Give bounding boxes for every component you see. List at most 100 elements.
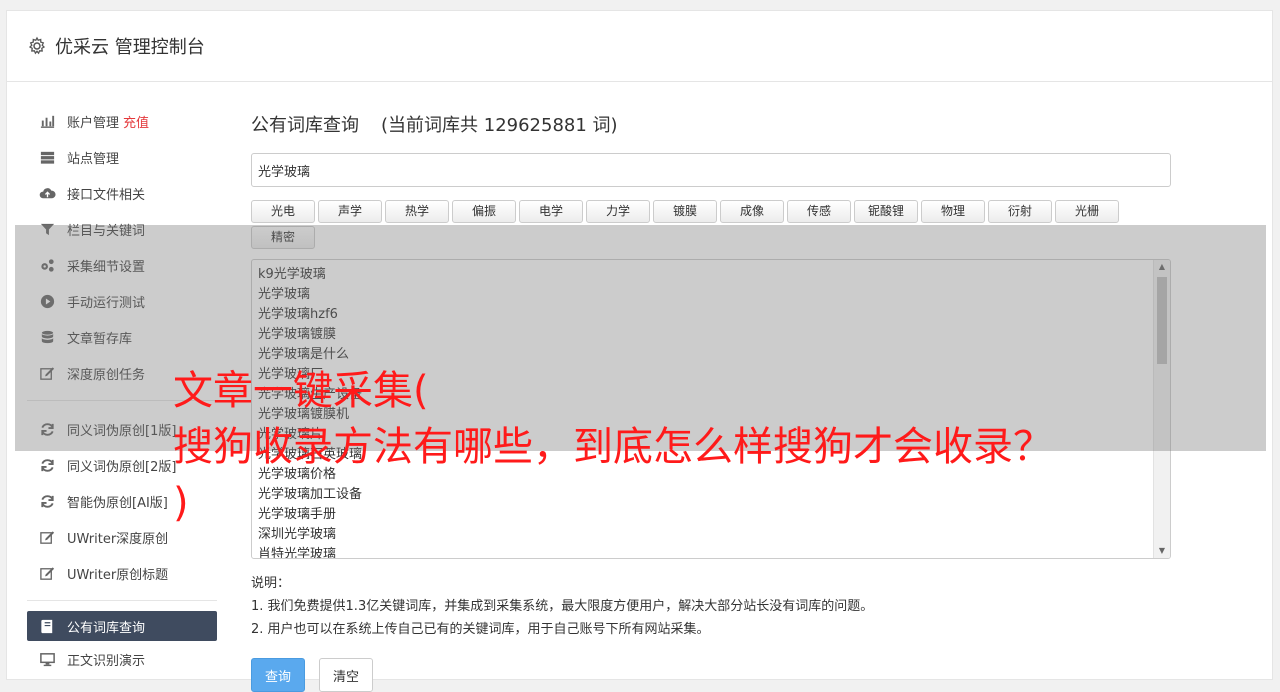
app-title: 优采云 管理控制台: [55, 37, 205, 58]
edit-icon: [40, 366, 55, 380]
results-listbox[interactable]: k9光学玻璃 光学玻璃 光学玻璃hzf6 光学玻璃镀膜 光学玻璃是什么 光学玻璃厂 光学玻璃…: [251, 259, 1171, 559]
sidebar-item-database[interactable]: 文章暂存库: [27, 319, 217, 355]
sidebar-item-server[interactable]: 站点管理: [27, 139, 217, 175]
sidebar-item-label: 手动运行测试: [67, 295, 146, 311]
tag-button[interactable]: 光电: [251, 200, 315, 223]
sidebar-item-label: 智能伪原创[AI版]: [67, 495, 168, 511]
result-item[interactable]: 光学玻璃石英玻璃: [258, 445, 1164, 465]
tag-button[interactable]: 热学: [385, 200, 449, 223]
sidebar-item-label: 站点管理: [67, 151, 120, 167]
result-item[interactable]: 光学玻璃镀膜机: [258, 405, 1164, 425]
result-item[interactable]: 光学玻璃手册: [258, 505, 1164, 525]
tag-button[interactable]: 声学: [318, 200, 382, 223]
result-item[interactable]: 光学玻璃生产设备: [258, 385, 1164, 405]
tag-button[interactable]: 衍射: [988, 200, 1052, 223]
result-item[interactable]: 光学玻璃厂: [258, 365, 1164, 385]
action-buttons: 查询 清空: [251, 658, 1171, 692]
console-window: 优采云 管理控制台 账户管理 充值站点管理接口文件相关 栏目与关键词 采集细节设置 手动…: [6, 10, 1273, 692]
sidebar-item-label: UWriter原创标题: [67, 567, 169, 583]
play-circle-icon: [40, 294, 55, 308]
note-line: 2. 用户也可以在系统上传自己已有的关键词库，用于自己账号下所有网站采集。: [251, 622, 710, 637]
cogs-icon: [41, 258, 54, 272]
sidebar-item-cloud-upload[interactable]: 接口文件相关: [27, 175, 217, 211]
result-item[interactable]: 肖特光学玻璃: [258, 545, 1164, 558]
keyword-search-input[interactable]: [251, 153, 1171, 187]
sidebar-item-play-circle[interactable]: 手动运行测试: [27, 283, 217, 319]
result-item[interactable]: 光学玻璃片: [258, 425, 1164, 445]
result-item[interactable]: 光学玻璃镀膜: [258, 325, 1164, 345]
notes-title: 说明：: [251, 576, 291, 591]
page-title-text: 公有词库查询: [251, 115, 359, 136]
scroll-thumb[interactable]: [1157, 277, 1167, 364]
tag-button[interactable]: 光栅: [1055, 200, 1119, 223]
sidebar-item-label: 采集细节设置: [67, 259, 146, 275]
recharge-link[interactable]: 充值: [123, 112, 149, 131]
sidebar: 账户管理 充值站点管理接口文件相关 栏目与关键词 采集细节设置 手动运行测试 文章暂存库深…: [27, 103, 217, 677]
scroll-up-arrow-icon[interactable]: ▲: [1154, 260, 1170, 274]
sidebar-item-label: 账户管理: [67, 115, 120, 131]
tag-button[interactable]: 电学: [519, 200, 583, 223]
sidebar-item-label: 同义词伪原创[1版]: [67, 423, 177, 439]
page-title: 公有词库查询 (当前词库共 129625881 词): [251, 111, 1171, 141]
query-button[interactable]: 查询: [251, 658, 305, 692]
sidebar-item-cogs[interactable]: 采集细节设置: [27, 247, 217, 283]
sidebar-item-edit[interactable]: UWriter原创标题: [27, 555, 217, 591]
sidebar-item-filter[interactable]: 栏目与关键词: [27, 211, 217, 247]
sidebar-item-desktop[interactable]: 正文识别演示: [27, 641, 217, 677]
sidebar-item-bar-chart[interactable]: 账户管理 充值: [27, 103, 217, 139]
sidebar-item-refresh[interactable]: 同义词伪原创[1版]: [27, 411, 217, 447]
tag-button[interactable]: 力学: [586, 200, 650, 223]
result-item[interactable]: k9光学玻璃: [258, 265, 1164, 285]
sidebar-item-label: 栏目与关键词: [67, 223, 146, 239]
sidebar-item-label: 深度原创任务: [67, 367, 146, 383]
tag-button[interactable]: 镀膜: [653, 200, 717, 223]
clear-button[interactable]: 清空: [319, 658, 373, 692]
tag-list: 光电 声学 热学 偏振 电学 力学 镀膜 成像 传感 铌酸锂 物理 衍射 光栅精密: [251, 200, 1171, 249]
edit-icon: [40, 566, 55, 580]
sidebar-item-edit[interactable]: 深度原创任务: [27, 355, 217, 391]
sidebar-item-label: 同义词伪原创[2版]: [67, 459, 177, 475]
result-item[interactable]: 光学玻璃价格: [258, 465, 1164, 485]
result-item[interactable]: 光学玻璃加工设备: [258, 485, 1164, 505]
tag-button[interactable]: 成像: [720, 200, 784, 223]
result-item[interactable]: 光学玻璃: [258, 285, 1164, 305]
notes: 说明： 1. 我们免费提供1.3亿关键词库，并集成到采集系统，最大限度方便用户，…: [251, 572, 1171, 641]
tag-button[interactable]: 传感: [787, 200, 851, 223]
sidebar-item-label: UWriter深度原创: [67, 531, 169, 547]
sidebar-item-label: 正文识别演示: [67, 653, 146, 669]
sidebar-divider: [27, 400, 217, 401]
server-icon: [40, 151, 55, 164]
result-item[interactable]: 光学玻璃hzf6: [258, 305, 1164, 325]
sidebar-item-edit[interactable]: UWriter深度原创: [27, 519, 217, 555]
main-content: 公有词库查询 (当前词库共 129625881 词) 光电声学热学偏振电学力学镀膜…: [251, 111, 1171, 692]
sidebar-item-label: 公有词库查询: [67, 620, 146, 636]
refresh-icon: [41, 422, 54, 436]
results-scrollbar[interactable]: ▲ ▼: [1153, 260, 1170, 558]
sidebar-item-refresh[interactable]: 同义词伪原创[2版]: [27, 447, 217, 483]
result-item[interactable]: 光学玻璃是什么: [258, 345, 1164, 365]
database-icon: [41, 330, 54, 343]
refresh-icon: [41, 458, 54, 472]
book-icon: [41, 619, 53, 633]
result-item[interactable]: 深圳光学玻璃: [258, 525, 1164, 545]
tag-button[interactable]: 精密: [251, 226, 315, 249]
sidebar-item-label: 文章暂存库: [67, 331, 133, 347]
tag-button[interactable]: 物理: [921, 200, 985, 223]
sidebar-item-refresh[interactable]: 智能伪原创[AI版]: [27, 483, 217, 519]
cloud-upload-icon: [39, 187, 56, 198]
edit-icon: [40, 530, 55, 544]
bar-chart-icon: [40, 115, 55, 128]
sidebar-item-label: 接口文件相关: [67, 187, 146, 203]
sidebar-divider: [27, 600, 217, 601]
note-line: 1. 我们免费提供1.3亿关键词库，并集成到采集系统，最大限度方便用户，解决大部…: [251, 599, 874, 614]
header: 优采云 管理控制台: [7, 11, 1272, 82]
refresh-icon: [41, 494, 54, 508]
tag-button[interactable]: 偏振: [452, 200, 516, 223]
desktop-icon: [40, 652, 55, 666]
scroll-down-arrow-icon[interactable]: ▼: [1154, 544, 1170, 558]
word-count: (当前词库共 129625881 词): [381, 115, 618, 136]
sidebar-item-book[interactable]: 公有词库查询: [27, 611, 217, 641]
gear-icon: [28, 36, 46, 55]
tag-button[interactable]: 铌酸锂: [854, 200, 918, 223]
filter-icon: [40, 223, 55, 235]
